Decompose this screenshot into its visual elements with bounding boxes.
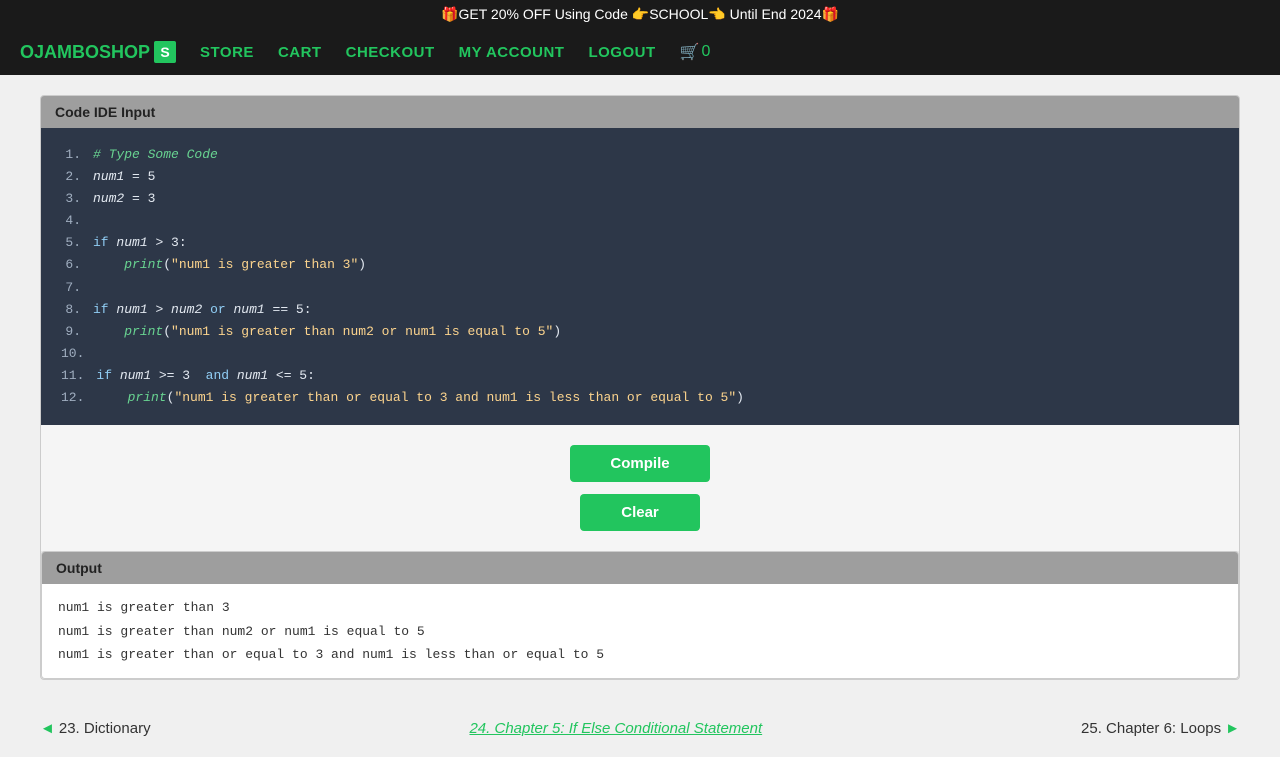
announcement-text: 🎁GET 20% OFF Using Code 👉SCHOOL👈 Until E… (441, 6, 839, 22)
output-panel: Output num1 is greater than 3 num1 is gr… (41, 551, 1239, 679)
code-line-8: 8. if num1 > num2 or num1 == 5: (61, 299, 1219, 321)
nav-my-account[interactable]: MY ACCOUNT (459, 44, 565, 61)
code-line-4: 4. (61, 210, 1219, 232)
current-chapter-link[interactable]: 24. Chapter 5: If Else Conditional State… (469, 720, 762, 737)
code-line-1: 1. # Type Some Code (61, 144, 1219, 166)
nav-checkout[interactable]: CHECKOUT (346, 44, 435, 61)
output-header: Output (42, 552, 1238, 584)
code-line-5: 5. if num1 > 3: (61, 232, 1219, 254)
nav-store[interactable]: STORE (200, 44, 254, 61)
code-editor[interactable]: 1. # Type Some Code 2. num1 = 5 3. num2 … (41, 128, 1239, 425)
nav-cart[interactable]: CART (278, 44, 322, 61)
code-line-11: 11. if num1 >= 3 and num1 <= 5: (61, 365, 1219, 387)
output-body: num1 is greater than 3 num1 is greater t… (42, 584, 1238, 678)
bottom-nav: 23. Dictionary 24. Chapter 5: If Else Co… (0, 700, 1280, 757)
nav-logout[interactable]: LOGOUT (588, 44, 655, 61)
code-line-9: 9. print("num1 is greater than num2 or n… (61, 321, 1219, 343)
brand-link[interactable]: OJAMBOSHOP S (20, 41, 176, 63)
next-chapter-link[interactable]: 25. Chapter 6: Loops (1081, 720, 1240, 737)
brand-logo: S (154, 41, 176, 63)
code-line-10: 10. (61, 343, 1219, 365)
output-line-2: num1 is greater than num2 or num1 is equ… (58, 620, 1222, 643)
compile-button[interactable]: Compile (570, 445, 709, 482)
code-line-7: 7. (61, 277, 1219, 299)
announcement-bar: 🎁GET 20% OFF Using Code 👉SCHOOL👈 Until E… (0, 0, 1280, 29)
main-nav: OJAMBOSHOP S STORE CART CHECKOUT MY ACCO… (0, 29, 1280, 75)
clear-button[interactable]: Clear (580, 494, 700, 531)
code-line-2: 2. num1 = 5 (61, 166, 1219, 188)
code-line-6: 6. print("num1 is greater than 3") (61, 254, 1219, 276)
output-line-3: num1 is greater than or equal to 3 and n… (58, 643, 1222, 666)
code-line-12: 12. print("num1 is greater than or equal… (61, 387, 1219, 409)
prev-chapter-label: 23. Dictionary (59, 720, 151, 737)
code-line-3: 3. num2 = 3 (61, 188, 1219, 210)
output-line-1: num1 is greater than 3 (58, 596, 1222, 619)
current-chapter-label: 24. Chapter 5: If Else Conditional State… (469, 720, 762, 737)
nav-links: STORE CART CHECKOUT MY ACCOUNT LOGOUT 🛒0 (200, 42, 710, 62)
cart-icon[interactable]: 🛒0 (680, 42, 711, 62)
next-chapter-label: 25. Chapter 6: Loops (1081, 720, 1221, 737)
buttons-area: Compile Clear (41, 425, 1239, 551)
code-ide-panel: Code IDE Input 1. # Type Some Code 2. nu… (40, 95, 1240, 680)
main-content: Code IDE Input 1. # Type Some Code 2. nu… (0, 75, 1280, 700)
prev-chapter-link[interactable]: 23. Dictionary (40, 720, 151, 737)
code-ide-header: Code IDE Input (41, 96, 1239, 128)
